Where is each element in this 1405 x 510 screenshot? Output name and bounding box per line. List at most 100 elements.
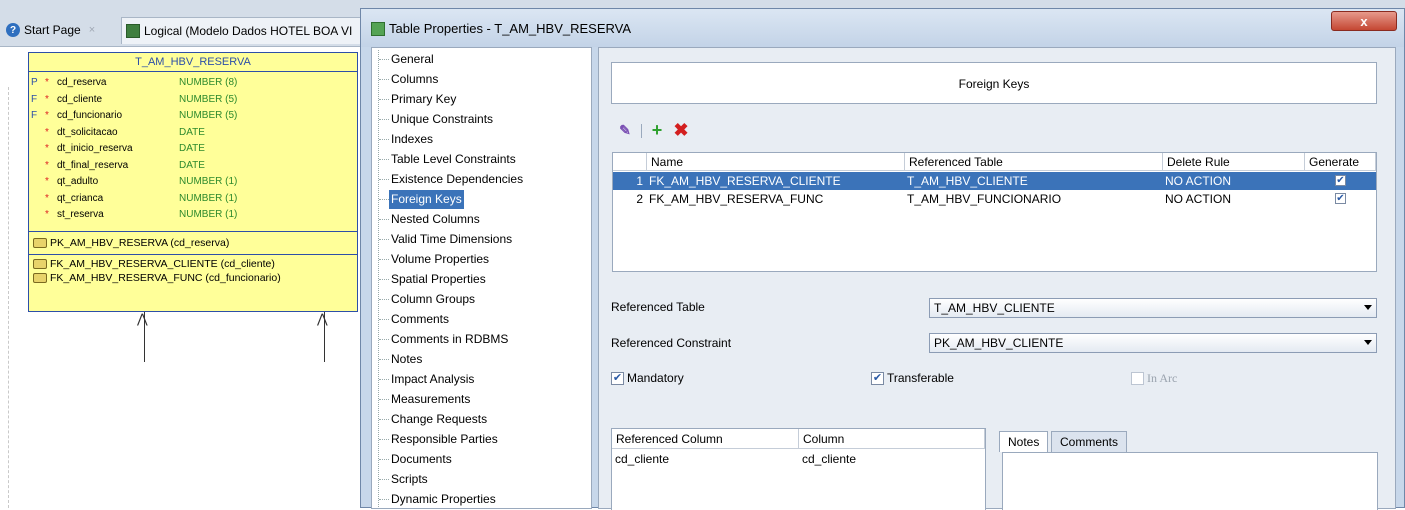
tab-start-page[interactable]: ? Start Page × [6, 17, 121, 43]
colgrid-header-referenced-column[interactable]: Referenced Column [612, 429, 799, 449]
tree-line [378, 70, 389, 89]
referenced-table-select[interactable]: T_AM_HBV_CLIENTE [929, 298, 1377, 318]
column-name: cd_cliente [57, 93, 103, 105]
nav-item-scripts[interactable]: Scripts [372, 470, 591, 489]
nav-item-columns[interactable]: Columns [372, 70, 591, 89]
referenced-constraint-select[interactable]: PK_AM_HBV_CLIENTE [929, 333, 1377, 353]
nav-item-unique-constraints[interactable]: Unique Constraints [372, 110, 591, 129]
tree-line [378, 50, 389, 69]
referenced-table-value: T_AM_HBV_CLIENTE [934, 301, 1055, 315]
grid-header-name[interactable]: Name [647, 153, 905, 171]
generate-checkbox[interactable]: ✔ [1335, 175, 1346, 186]
nav-item-volume-properties[interactable]: Volume Properties [372, 250, 591, 269]
nav-item-dynamic-properties[interactable]: Dynamic Properties [372, 490, 591, 508]
nav-item-spatial-properties[interactable]: Spatial Properties [372, 270, 591, 289]
tree-line [378, 170, 389, 189]
required-marker: * [45, 159, 49, 171]
entity-fk-label: FK_AM_HBV_RESERVA_FUNC (cd_funcionario) [50, 272, 281, 284]
transferable-checkbox[interactable]: ✔ Transferable [871, 371, 954, 386]
delete-icon[interactable]: ✖ [673, 121, 689, 139]
nav-item-table-level-constraints[interactable]: Table Level Constraints [372, 150, 591, 169]
nav-item-documents[interactable]: Documents [372, 450, 591, 469]
tree-line [378, 270, 389, 289]
model-icon [126, 24, 140, 38]
grid-header-referenced-table[interactable]: Referenced Table [905, 153, 1163, 171]
close-button[interactable]: x [1331, 11, 1397, 31]
primary-key-icon [33, 238, 47, 249]
grid-header-delete-rule[interactable]: Delete Rule [1163, 153, 1305, 171]
dialog-title: Table Properties - T_AM_HBV_RESERVA [389, 21, 632, 36]
tree-line [378, 330, 389, 349]
required-marker: * [45, 209, 49, 220]
nav-item-label: Primary Key [391, 92, 457, 106]
nav-item-comments-in-rdbms[interactable]: Comments in RDBMS [372, 330, 591, 349]
entity-fk-label: FK_AM_HBV_RESERVA_CLIENTE (cd_cliente) [50, 258, 275, 270]
nav-item-foreign-keys[interactable]: Foreign Keys [372, 190, 591, 209]
entity-box[interactable]: T_AM_HBV_RESERVA P * cd_reserva NUMBER (8) F… [28, 52, 358, 312]
entity-fk-row: FK_AM_HBV_RESERVA_CLIENTE (cd_cliente) [33, 257, 275, 271]
tab-logical-model-label: Logical (Modelo Dados HOTEL BOA VI [144, 24, 353, 38]
tree-line [378, 230, 389, 249]
fk-grid-row[interactable]: 1 FK_AM_HBV_RESERVA_CLIENTE T_AM_HBV_CLIEN… [613, 172, 1376, 190]
tab-comments[interactable]: Comments [1051, 431, 1128, 452]
edit-icon[interactable]: ✎ [617, 122, 633, 138]
tree-line [378, 310, 389, 329]
nav-item-label: Columns [391, 72, 439, 86]
fk-referenced-table-cell: T_AM_HBV_CLIENTE [907, 174, 1028, 188]
nav-item-label: Dynamic Properties [391, 492, 496, 506]
nav-item-nested-columns[interactable]: Nested Columns [372, 210, 591, 229]
colgrid-row[interactable]: cd_cliente cd_cliente [612, 450, 985, 468]
nav-item-column-groups[interactable]: Column Groups [372, 290, 591, 309]
colgrid-referenced-column-cell: cd_cliente [615, 452, 670, 466]
dialog-titlebar[interactable]: Table Properties - T_AM_HBV_RESERVA x [361, 9, 1404, 47]
colgrid-header-column[interactable]: Column [799, 429, 985, 449]
nav-item-valid-time-dimensions[interactable]: Valid Time Dimensions [372, 230, 591, 249]
nav-item-existence-dependencies[interactable]: Existence Dependencies [372, 170, 591, 189]
nav-item-label: Unique Constraints [391, 112, 494, 126]
required-marker: * [45, 93, 49, 105]
nav-item-impact-analysis[interactable]: Impact Analysis [372, 370, 591, 389]
tree-line [378, 490, 389, 508]
nav-item-change-requests[interactable]: Change Requests [372, 410, 591, 429]
nav-item-label: Change Requests [391, 412, 488, 426]
nav-item-indexes[interactable]: Indexes [372, 130, 591, 149]
tab-close-icon[interactable]: × [89, 24, 95, 36]
column-name: dt_solicitacao [57, 126, 118, 138]
tab-start-page-label: Start Page [24, 23, 81, 37]
generate-checkbox[interactable]: ✔ [1335, 193, 1346, 204]
tab-notes[interactable]: Notes [999, 431, 1049, 452]
add-icon[interactable]: + [649, 121, 665, 139]
nav-item-primary-key[interactable]: Primary Key [372, 90, 591, 109]
tree-line [378, 130, 389, 149]
mandatory-checkbox[interactable]: ✔ Mandatory [611, 371, 684, 386]
notes-textarea[interactable] [1002, 452, 1378, 510]
toolbar-separator [641, 124, 642, 138]
column-name: st_reserva [57, 209, 104, 220]
fk-grid-row[interactable]: 2 FK_AM_HBV_RESERVA_FUNC T_AM_HBV_FUNCIONA… [613, 190, 1376, 208]
column-key-flag: P [31, 77, 38, 88]
tree-line [378, 450, 389, 469]
nav-item-notes[interactable]: Notes [372, 350, 591, 369]
nav-item-label: General [391, 52, 434, 66]
diagram-canvas[interactable]: T_AM_HBV_RESERVA P * cd_reserva NUMBER (8) F… [0, 47, 360, 508]
nav-item-comments[interactable]: Comments [372, 310, 591, 329]
column-key-flag: F [31, 110, 38, 121]
nav-item-label: Measurements [391, 392, 471, 406]
entity-column-row: * qt_adulto NUMBER (1) [29, 174, 357, 190]
nav-item-label: Indexes [391, 132, 434, 146]
nav-item-label: Scripts [391, 472, 428, 486]
nav-item-label: Documents [391, 452, 452, 466]
column-name: cd_reserva [57, 77, 107, 88]
fk-row-number: 2 [636, 192, 643, 206]
nav-item-label: Existence Dependencies [391, 172, 524, 186]
grid-header-generate[interactable]: Generate [1305, 153, 1376, 171]
tab-logical-model[interactable]: Logical (Modelo Dados HOTEL BOA VI [121, 17, 367, 44]
table-properties-dialog: Table Properties - T_AM_HBV_RESERVA x Ge… [360, 8, 1405, 510]
nav-item-label: Comments in RDBMS [391, 332, 509, 346]
nav-item-responsible-parties[interactable]: Responsible Parties [372, 430, 591, 449]
colgrid-column-cell: cd_cliente [802, 452, 857, 466]
fk-columns-grid: Referenced Column Column cd_cliente cd_c… [611, 428, 986, 510]
nav-item-general[interactable]: General [372, 50, 591, 69]
nav-item-measurements[interactable]: Measurements [372, 390, 591, 409]
nav-item-label: Column Groups [391, 292, 476, 306]
